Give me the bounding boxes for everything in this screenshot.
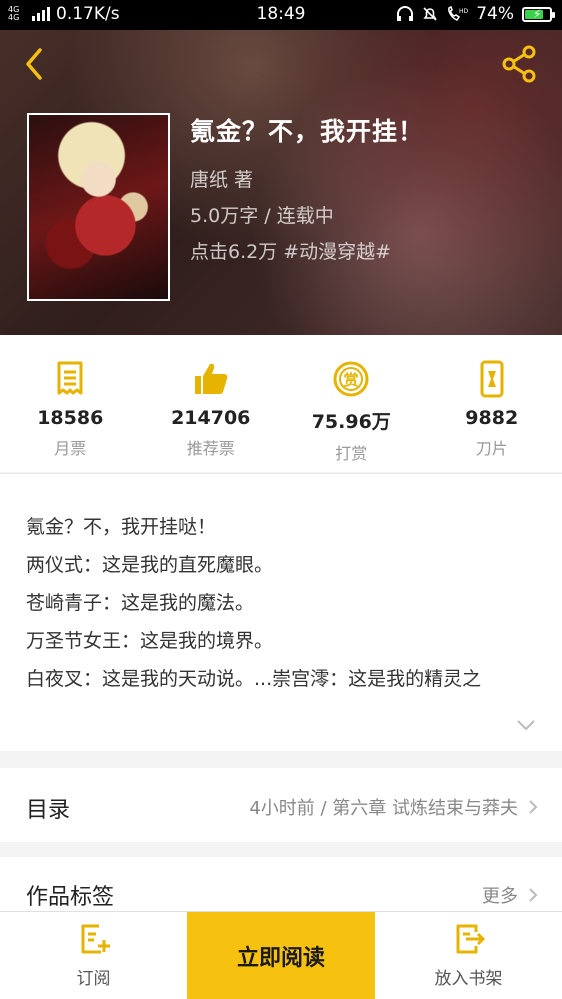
system-indicators: HD 74% ⚡ (396, 4, 555, 24)
tags-row[interactable]: 作品标签 更多 (0, 857, 562, 917)
stat-value: 75.96万 (311, 411, 391, 433)
chevron-down-icon[interactable] (516, 718, 536, 732)
mute-bell-icon (423, 7, 437, 21)
catalog-latest: 4小时前 / 第六章 试炼结束与莽夫 (249, 794, 538, 820)
intro-line: 白夜叉：这是我的天动说。...崇宫澪：这是我的精灵之 (26, 668, 482, 690)
monthly-ticket-icon (57, 361, 83, 395)
book-cover-image[interactable] (27, 113, 170, 301)
stat-value: 18586 (37, 407, 104, 429)
add-to-shelf-button[interactable]: 放入书架 (375, 912, 562, 999)
book-length-status: 5.0万字 / 连载中 (190, 205, 334, 227)
intro-line: 万圣节女王：这是我的境界。 (26, 630, 274, 652)
intro-line: 两仪式：这是我的直死魔眼。 (26, 554, 274, 576)
stat-recommend[interactable]: 214706 推荐票 (141, 335, 282, 472)
add-to-shelf-icon (456, 924, 485, 954)
subscribe-label: 订阅 (76, 969, 111, 989)
tags-more[interactable]: 更多 (482, 882, 538, 908)
stats-bar: 18586 月票 214706 推荐票 赏 75.96万 打赏 9882 刀片 (0, 335, 562, 472)
status-bar: 4G 4G 0.17K/s 18:49 HD 74% ⚡ (0, 0, 562, 30)
stat-value: 214706 (171, 407, 251, 429)
share-icon[interactable] (500, 44, 540, 84)
subscribe-icon (81, 924, 110, 954)
intro-line: 氪金？不，我开挂哒！ (26, 516, 217, 538)
svg-text:HD: HD (459, 8, 468, 15)
latest-chapter: 4小时前 / 第六章 试炼结束与莽夫 (249, 798, 518, 819)
hd-call-icon: HD (448, 6, 468, 21)
book-info: 氪金？不，我开挂！ 唐纸 著 5.0万字 / 连载中 点击6.2万 #动漫穿越# (190, 112, 424, 270)
intro-text: 氪金？不，我开挂哒！ 两仪式：这是我的直死魔眼。 苍崎青子：这是我的魔法。 万圣… (26, 508, 546, 698)
battery-percent: 74% (476, 4, 514, 24)
book-introduction[interactable]: 氪金？不，我开挂哒！ 两仪式：这是我的直死魔眼。 苍崎青子：这是我的魔法。 万圣… (0, 473, 562, 751)
headphones-icon (397, 6, 414, 21)
catalog-title: 目录 (26, 798, 71, 823)
stat-label: 推荐票 (186, 439, 235, 458)
book-title: 氪金？不，我开挂！ (190, 117, 425, 146)
book-author[interactable]: 唐纸 著 (190, 162, 424, 198)
top-nav-bar (0, 30, 562, 100)
intro-line: 苍崎青子：这是我的魔法。 (26, 592, 255, 614)
stat-reward[interactable]: 赏 75.96万 打赏 (281, 335, 422, 472)
battery-icon: ⚡ (522, 6, 555, 22)
charging-icon: ⚡ (533, 6, 542, 21)
stat-label: 刀片 (475, 439, 508, 458)
subscribe-button[interactable]: 订阅 (0, 912, 187, 999)
stat-value: 9882 (465, 407, 519, 429)
read-now-button[interactable]: 立即阅读 (187, 912, 375, 999)
back-arrow-icon[interactable] (20, 46, 50, 82)
chevron-right-icon (529, 800, 538, 814)
stat-label: 打赏 (335, 444, 368, 463)
blade-icon (480, 360, 504, 398)
stat-monthly-ticket[interactable]: 18586 月票 (0, 335, 141, 472)
catalog-row[interactable]: 目录 4小时前 / 第六章 试炼结束与莽夫 (0, 768, 562, 842)
more-link: 更多 (482, 886, 518, 907)
svg-text:赏: 赏 (344, 371, 359, 389)
thumbs-up-icon (194, 363, 228, 394)
bottom-action-bar: 订阅 立即阅读 放入书架 (0, 911, 562, 999)
reward-coin-icon: 赏 (333, 361, 369, 397)
stat-blade[interactable]: 9882 刀片 (422, 335, 562, 472)
tags-title: 作品标签 (26, 885, 115, 910)
add-to-shelf-label: 放入书架 (434, 969, 503, 989)
book-clicks-tag: 点击6.2万 #动漫穿越# (190, 241, 392, 263)
chevron-right-icon (529, 888, 538, 902)
stat-label: 月票 (54, 439, 87, 458)
